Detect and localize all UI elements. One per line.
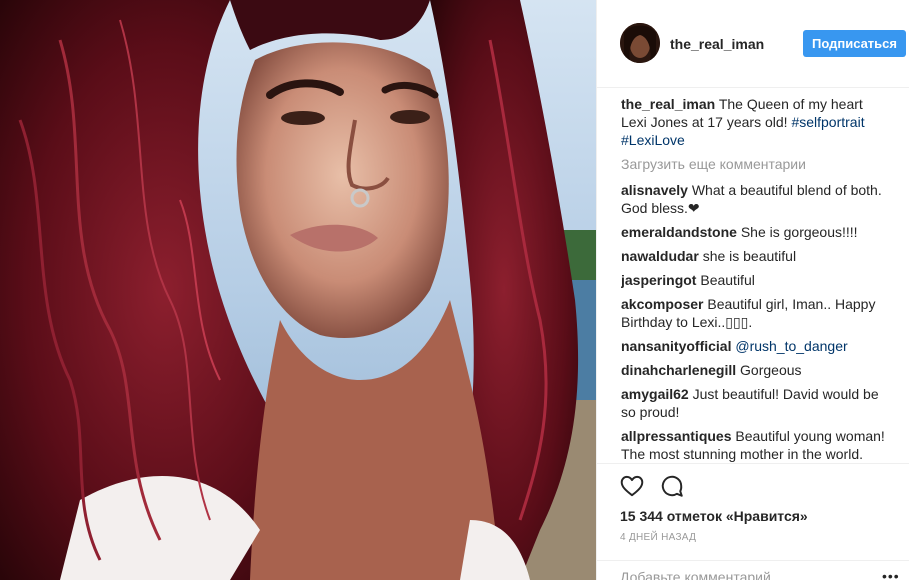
comment-item: akcomposer Beautiful girl, Iman.. Happy … (621, 295, 891, 331)
comment-text: Gorgeous (740, 362, 802, 378)
post-sidebar: the_real_iman Подписаться the_real_iman … (596, 0, 909, 580)
likes-count[interactable]: 15 344 отметок «Нравится» (620, 508, 808, 524)
comment-item: emeraldandstone She is gorgeous!!!! (621, 223, 891, 241)
caption: the_real_iman The Queen of my heart Lexi… (621, 95, 891, 149)
avatar-image (620, 23, 660, 63)
comment-username[interactable]: nansanityofficial (621, 338, 731, 354)
post-photo[interactable] (0, 0, 596, 580)
comment-item: dinahcharlenegill Gorgeous (621, 361, 891, 379)
comment-text: she is beautiful (702, 248, 797, 264)
comments-list[interactable]: the_real_iman The Queen of my heart Lexi… (621, 95, 891, 462)
load-more-comments-link[interactable]: Загрузить еще комментарии (621, 155, 891, 173)
header-username[interactable]: the_real_iman (670, 36, 764, 52)
comment-username[interactable]: nawaldudar (621, 248, 699, 264)
add-comment-input[interactable] (620, 569, 870, 580)
comment-item: allpressantiques Beautiful young woman! … (621, 427, 891, 462)
selfie-image (0, 0, 596, 580)
mention-link[interactable]: @rush_to_danger (735, 338, 847, 354)
comment-username[interactable]: dinahcharlenegill (621, 362, 736, 378)
caption-username[interactable]: the_real_iman (621, 96, 715, 112)
comment-text: She is gorgeous!!!! (740, 224, 858, 240)
add-comment-area: ••• (597, 560, 909, 580)
comment-username[interactable]: allpressantiques (621, 428, 732, 444)
comment-item: nawaldudar she is beautiful (621, 247, 891, 265)
comment-username[interactable]: alisnavely (621, 182, 688, 198)
comment-username[interactable]: emeraldandstone (621, 224, 737, 240)
avatar[interactable] (620, 23, 660, 63)
comment-item: jasperingot Beautiful (621, 271, 891, 289)
comment-item: nansanityofficial @rush_to_danger (621, 337, 891, 355)
post-timestamp[interactable]: 4 ДНЕЙ НАЗАД (620, 532, 696, 543)
comment-username[interactable]: akcomposer (621, 296, 703, 312)
more-options-icon[interactable]: ••• (882, 568, 900, 580)
post-actions: 15 344 отметок «Нравится» 4 ДНЕЙ НАЗАД •… (597, 463, 909, 580)
comment-item: amygail62 Just beautiful! David would be… (621, 385, 891, 421)
post-header: the_real_iman Подписаться (597, 0, 909, 88)
heart-icon[interactable] (619, 473, 645, 499)
comment-username[interactable]: amygail62 (621, 386, 689, 402)
comment-icon[interactable] (659, 473, 685, 499)
comment-item: alisnavely What a beautiful blend of bot… (621, 181, 891, 217)
comment-username[interactable]: jasperingot (621, 272, 696, 288)
hashtag-link[interactable]: #LexiLove (621, 132, 685, 148)
follow-button[interactable]: Подписаться (803, 30, 906, 57)
hashtag-link[interactable]: #selfportrait (791, 114, 864, 130)
comment-text: Beautiful (700, 272, 755, 288)
